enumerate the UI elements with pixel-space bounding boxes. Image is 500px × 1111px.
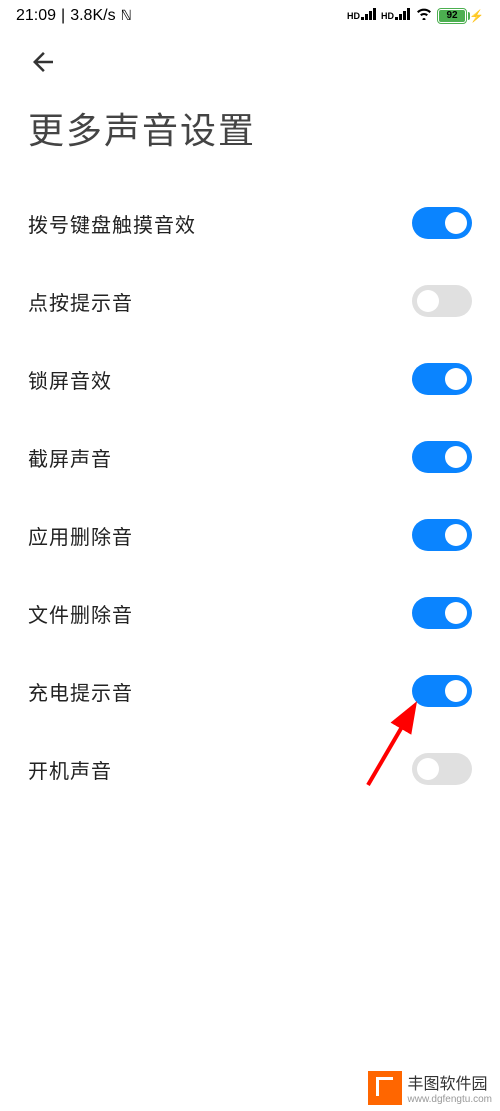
setting-tap-sound: 点按提示音 — [28, 262, 472, 340]
setting-label: 锁屏音效 — [28, 365, 112, 394]
toggle-screenshot[interactable] — [412, 441, 472, 473]
toggle-startup[interactable] — [412, 753, 472, 785]
setting-label: 应用删除音 — [28, 521, 133, 550]
toggle-charging[interactable] — [412, 675, 472, 707]
watermark: 丰图软件园 www.dgfengtu.com — [0, 1064, 500, 1111]
status-time: 21:09 — [16, 7, 56, 25]
toggle-tap-sound[interactable] — [412, 285, 472, 317]
watermark-logo-icon — [368, 1071, 402, 1105]
setting-label: 充电提示音 — [28, 677, 133, 706]
setting-label: 拨号键盘触摸音效 — [28, 209, 196, 238]
signal-2: HD — [381, 6, 411, 25]
arrow-left-icon — [28, 47, 58, 77]
setting-startup-sound: 开机声音 — [28, 730, 472, 808]
status-left: 21:09 | 3.8K/s ℕ — [16, 7, 132, 25]
status-divider: | — [61, 7, 65, 25]
setting-app-delete-sound: 应用删除音 — [28, 496, 472, 574]
settings-list: 拨号键盘触摸音效 点按提示音 锁屏音效 截屏声音 应用删除音 文件删除音 充电提… — [0, 184, 500, 808]
status-bar: 21:09 | 3.8K/s ℕ HD HD 92 ⚡ — [0, 0, 500, 29]
back-button[interactable] — [0, 29, 500, 92]
setting-label: 开机声音 — [28, 755, 112, 784]
charging-icon: ⚡ — [469, 9, 484, 23]
status-network-speed: 3.8K/s — [70, 7, 115, 25]
setting-dial-pad-touch-tone: 拨号键盘触摸音效 — [28, 184, 472, 262]
page-title: 更多声音设置 — [0, 92, 500, 184]
setting-label: 点按提示音 — [28, 287, 133, 316]
setting-file-delete-sound: 文件删除音 — [28, 574, 472, 652]
toggle-lock-screen[interactable] — [412, 363, 472, 395]
setting-lock-screen-sound: 锁屏音效 — [28, 340, 472, 418]
toggle-app-delete[interactable] — [412, 519, 472, 551]
watermark-url: www.dgfengtu.com — [408, 1094, 493, 1105]
wifi-icon — [415, 6, 433, 25]
signal-bars-icon — [361, 6, 377, 25]
signal-bars-icon — [395, 6, 411, 25]
setting-screenshot-sound: 截屏声音 — [28, 418, 472, 496]
battery-indicator: 92 ⚡ — [437, 8, 484, 24]
setting-label: 截屏声音 — [28, 443, 112, 472]
nfc-icon: ℕ — [121, 7, 132, 24]
toggle-dial-pad[interactable] — [412, 207, 472, 239]
watermark-title: 丰图软件园 — [408, 1070, 488, 1094]
setting-charging-sound: 充电提示音 — [28, 652, 472, 730]
status-right: HD HD 92 ⚡ — [347, 6, 484, 25]
setting-label: 文件删除音 — [28, 599, 133, 628]
toggle-file-delete[interactable] — [412, 597, 472, 629]
signal-1: HD — [347, 6, 377, 25]
